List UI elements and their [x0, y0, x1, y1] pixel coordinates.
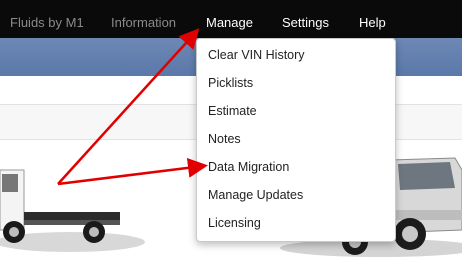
menu-item-data-migration[interactable]: Data Migration	[208, 158, 289, 176]
nav-manage[interactable]: Manage	[206, 0, 253, 38]
menu-item-notes[interactable]: Notes	[208, 130, 241, 148]
menu-item-manage-updates[interactable]: Manage Updates	[208, 186, 303, 204]
menu-item-estimate[interactable]: Estimate	[208, 102, 257, 120]
truck-chassis-icon	[0, 169, 145, 252]
nav-information[interactable]: Information	[111, 0, 176, 38]
nav-help[interactable]: Help	[359, 0, 386, 38]
nav-fluids-by-m1[interactable]: Fluids by M1	[10, 0, 84, 38]
menu-item-clear-vin-history[interactable]: Clear VIN History	[208, 46, 305, 64]
manage-dropdown-menu: Clear VIN History Picklists Estimate Not…	[196, 38, 396, 242]
nav-settings[interactable]: Settings	[282, 0, 329, 38]
menu-item-picklists[interactable]: Picklists	[208, 74, 253, 92]
menu-item-licensing[interactable]: Licensing	[208, 214, 261, 232]
top-nav-bar: Fluids by M1 Information Manage Settings…	[0, 0, 462, 38]
